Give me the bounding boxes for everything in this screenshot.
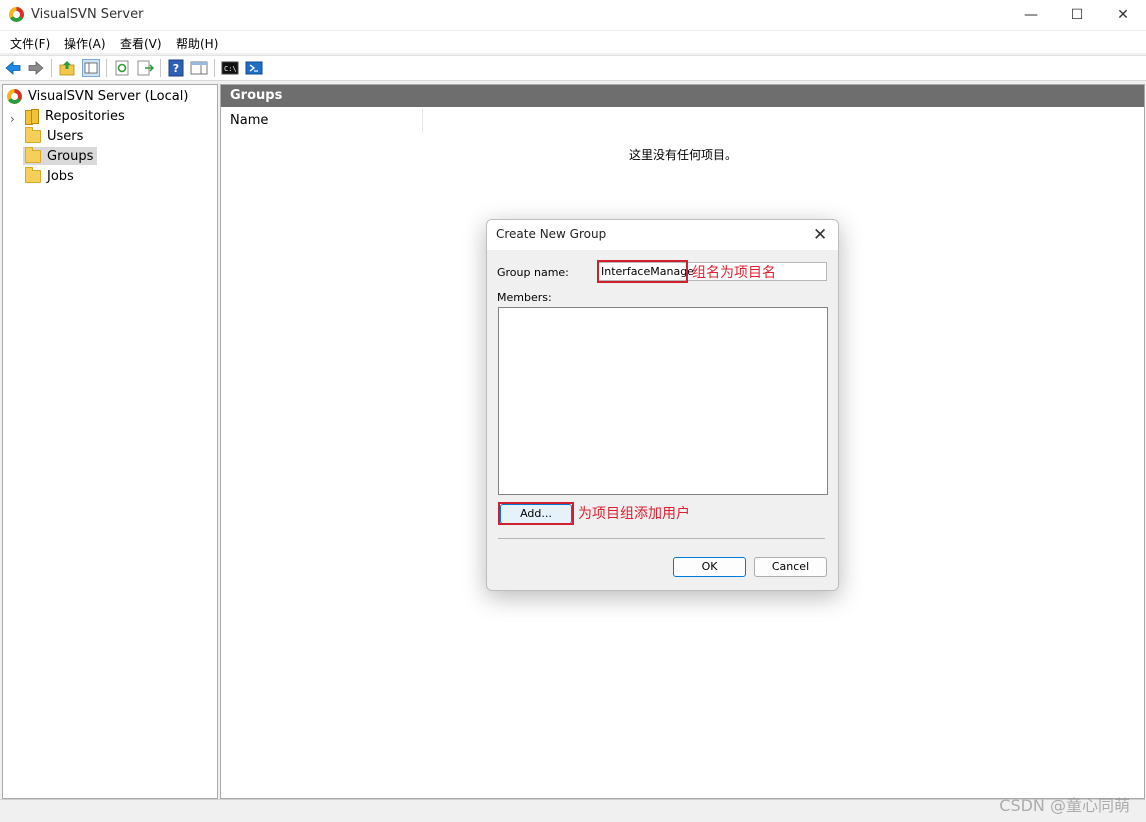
toolbar-separator	[51, 59, 52, 77]
empty-list-message: 这里没有任何项目。	[629, 148, 738, 162]
toolbar-separator	[160, 59, 161, 77]
help-icon[interactable]: ?	[167, 59, 185, 77]
status-bar	[0, 799, 1146, 822]
create-new-group-dialog: Create New Group ✕ Group name: Interface…	[486, 219, 839, 591]
tree-root-label: VisualSVN Server (Local)	[28, 88, 189, 104]
chevron-right-icon[interactable]: ›	[10, 112, 15, 126]
annotation-add: 为项目组添加用户	[578, 506, 690, 522]
maximize-icon: ☐	[1070, 7, 1084, 23]
svg-text:?: ?	[173, 62, 179, 75]
visualsvn-server-icon	[7, 88, 22, 104]
toolbar-separator	[106, 59, 107, 77]
annotation-name: 组名为项目名	[692, 265, 776, 281]
tree-item-users[interactable]: Users	[25, 126, 84, 145]
window-title: VisualSVN Server	[31, 7, 144, 22]
minimize-icon: —	[1024, 7, 1038, 23]
minimize-button[interactable]: —	[1008, 0, 1054, 30]
dialog-divider	[498, 538, 825, 539]
back-arrow-icon[interactable]	[4, 59, 22, 77]
close-window-button[interactable]: ✕	[1100, 0, 1146, 30]
close-icon: ✕	[1117, 7, 1129, 23]
dialog-title: Create New Group	[496, 227, 607, 241]
menu-view[interactable]: 查看(V)	[120, 35, 162, 52]
tree-item-jobs[interactable]: Jobs	[25, 166, 74, 185]
annotation-box-name	[597, 260, 688, 283]
powershell-icon[interactable]	[245, 59, 263, 77]
console-icon[interactable]: C:\	[221, 59, 239, 77]
show-hide-tree-icon[interactable]	[82, 59, 100, 77]
export-list-icon[interactable]	[136, 59, 154, 77]
pane-header: Groups	[221, 85, 1144, 107]
toolbar-separator	[214, 59, 215, 77]
dialog-close-icon[interactable]: ✕	[813, 225, 827, 245]
title-bar: VisualSVN Server — ☐ ✕	[0, 0, 1146, 30]
ok-button[interactable]: OK	[673, 557, 746, 577]
refresh-icon[interactable]	[113, 59, 131, 77]
action-pane-icon[interactable]	[190, 59, 208, 77]
visualsvn-logo-icon	[9, 7, 24, 22]
toolbar: ? C:\	[0, 55, 1146, 81]
navigation-tree: VisualSVN Server (Local) › Repositories …	[2, 84, 218, 799]
tree-item-groups[interactable]: Groups	[23, 146, 98, 165]
folder-icon	[25, 166, 41, 183]
folder-icon	[25, 146, 41, 163]
svg-text:C:\: C:\	[224, 65, 237, 73]
group-name-label: Group name:	[497, 266, 569, 279]
annotation-box-add	[498, 502, 574, 525]
watermark: CSDN @童心同萌	[999, 796, 1130, 815]
tree-item-label: Users	[47, 128, 84, 144]
tree-item-label: Repositories	[45, 108, 125, 124]
up-folder-icon[interactable]	[58, 59, 76, 77]
dialog-title-bar: Create New Group ✕	[487, 220, 838, 250]
menu-action[interactable]: 操作(A)	[64, 35, 106, 52]
column-header-name[interactable]: Name	[221, 109, 423, 133]
repositories-icon	[25, 109, 39, 125]
tree-root-server[interactable]: VisualSVN Server (Local)	[7, 87, 188, 105]
forward-arrow-icon[interactable]	[27, 59, 45, 77]
menu-file[interactable]: 文件(F)	[10, 35, 50, 52]
tree-item-repositories[interactable]: Repositories	[25, 107, 125, 125]
tree-item-label: Jobs	[47, 168, 74, 184]
folder-icon	[25, 126, 41, 143]
tree-item-label: Groups	[47, 148, 94, 164]
cancel-button[interactable]: Cancel	[754, 557, 827, 577]
maximize-button[interactable]: ☐	[1054, 0, 1100, 30]
menu-bar: 文件(F) 操作(A) 查看(V) 帮助(H)	[0, 31, 1146, 53]
members-label: Members:	[497, 291, 552, 304]
menu-help[interactable]: 帮助(H)	[176, 35, 218, 52]
members-list[interactable]	[498, 307, 828, 495]
